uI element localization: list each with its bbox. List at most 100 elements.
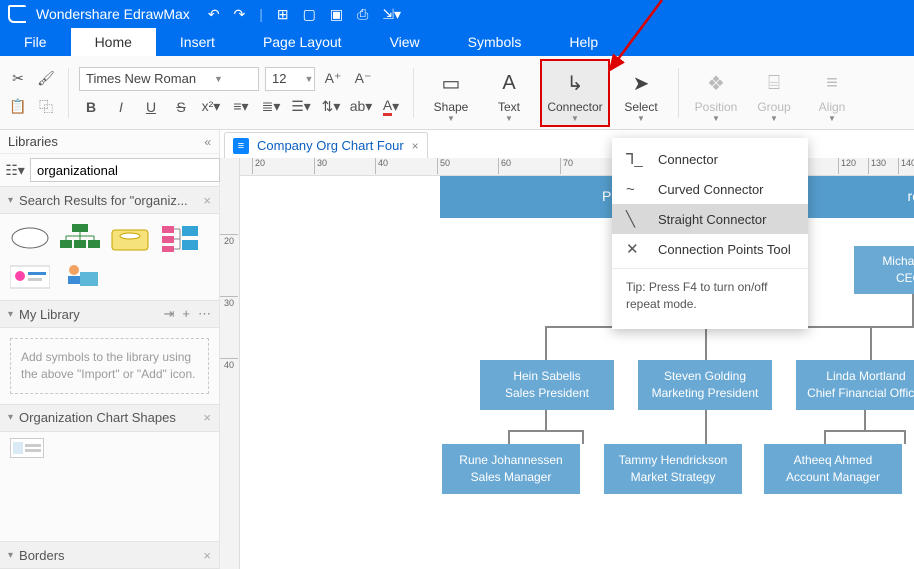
person-card-shape[interactable] [10, 262, 50, 290]
copy-icon[interactable]: ⿻ [34, 95, 58, 119]
dropdown-tip: Tip: Press F4 to turn on/off repeat mode… [612, 268, 808, 323]
scanner-shape[interactable] [110, 224, 150, 252]
doc-icon: ≡ [233, 138, 249, 154]
libraries-header: Libraries « [0, 130, 219, 154]
close-icon[interactable]: × [203, 548, 211, 563]
redo-icon[interactable]: ↷ [234, 6, 246, 23]
bullets-icon[interactable]: ≡▾ [229, 95, 253, 119]
menu-symbols[interactable]: Symbols [444, 28, 546, 56]
new-icon[interactable]: ⊞ [277, 6, 289, 23]
quick-access-toolbar: ↶ ↷ | ⊞ ▢ ▣ ⎙ ⇲▾ [208, 6, 401, 23]
titlebar: Wondershare EdrawMax ↶ ↷ | ⊞ ▢ ▣ ⎙ ⇲▾ [0, 0, 914, 28]
menu-connector[interactable]: ⅂_Connector [612, 144, 808, 174]
fontcolor-icon[interactable]: A▾ [379, 95, 403, 119]
strike-icon[interactable]: S [169, 95, 193, 119]
library-icon[interactable]: ☷▾ [6, 161, 24, 179]
desk-person-shape[interactable] [60, 262, 100, 290]
connector-icon: ↳ [563, 72, 587, 96]
sales-president-box[interactable]: Hein SabelisSales President [480, 360, 614, 410]
paste-icon[interactable]: 📋 [6, 95, 30, 119]
superscript-icon[interactable]: x²▾ [199, 95, 223, 119]
sales-manager-box[interactable]: Rune JohannessenSales Manager [442, 444, 580, 494]
panel-search-results[interactable]: ▾ Search Results for "organiz... × [0, 186, 219, 214]
library-hint: Add symbols to the library using the abo… [10, 338, 209, 394]
menu-help[interactable]: Help [545, 28, 622, 56]
doc-title: Company Org Chart Four [257, 138, 404, 153]
ellipse-shape[interactable] [10, 224, 50, 252]
app-logo-icon [8, 5, 26, 23]
format-painter-icon[interactable]: 🖌 [34, 67, 58, 91]
more-icon[interactable]: ⋯ [198, 306, 211, 322]
chevron-down-icon: ▾ [8, 550, 13, 561]
text-icon: A [497, 72, 521, 96]
save-icon[interactable]: ▣ [330, 6, 343, 23]
select-button[interactable]: ➤ Select▼ [614, 61, 668, 125]
connector-icon: ⅂_ [626, 150, 644, 168]
org-card-shape[interactable] [10, 438, 44, 458]
chevron-down-icon: ▾ [8, 412, 13, 423]
align-button[interactable]: ≡ Align▼ [805, 61, 859, 125]
cursor-icon: ➤ [629, 72, 653, 96]
menu-home[interactable]: Home [71, 28, 156, 56]
menu-connection-points[interactable]: ✕Connection Points Tool [612, 234, 808, 264]
menu-insert[interactable]: Insert [156, 28, 239, 56]
linespacing-icon[interactable]: ⇅▾ [319, 95, 343, 119]
marketing-president-box[interactable]: Steven GoldingMarketing President [638, 360, 772, 410]
menubar: File Home Insert Page Layout View Symbol… [0, 28, 914, 56]
cut-icon[interactable]: ✂ [6, 67, 30, 91]
layers-icon: ❖ [704, 72, 728, 96]
close-tab-icon[interactable]: × [412, 139, 419, 153]
sidebar: Libraries « ☷▾ 🔍 ⋮ ▾ Search Results for … [0, 130, 220, 569]
font-size: 12 [272, 71, 286, 86]
menu-file[interactable]: File [0, 28, 71, 56]
group-icon: ⌸ [762, 72, 786, 96]
group-button[interactable]: ⌸ Group▼ [747, 61, 801, 125]
numbering-icon[interactable]: ≣▾ [259, 95, 283, 119]
highlight-icon[interactable]: ab▾ [349, 95, 373, 119]
text-button[interactable]: A Text▼ [482, 61, 536, 125]
page: Purch re Michael D CEO [240, 176, 914, 569]
connector-button[interactable]: ↳ Connector▼ [540, 59, 610, 127]
panel-org-shapes[interactable]: ▾ Organization Chart Shapes × [0, 404, 219, 432]
menu-view[interactable]: View [366, 28, 444, 56]
search-input[interactable] [30, 158, 220, 182]
align2-icon: ≡ [820, 72, 844, 96]
market-strategy-box[interactable]: Tammy HendricksonMarket Strategy [604, 444, 742, 494]
straight-icon: ╲ [626, 210, 644, 228]
ceo-box[interactable]: Michael D CEO [854, 246, 914, 294]
document-tab[interactable]: ≡ Company Org Chart Four × [224, 132, 428, 158]
align-icon[interactable]: ☰▾ [289, 95, 313, 119]
collapse-icon[interactable]: « [204, 135, 211, 149]
orgchart-shape[interactable] [60, 224, 100, 252]
close-icon[interactable]: × [203, 193, 211, 208]
undo-icon[interactable]: ↶ [208, 6, 220, 23]
decrease-font-icon[interactable]: A⁻ [351, 67, 375, 91]
menu-curved-connector[interactable]: ~Curved Connector [612, 174, 808, 204]
italic-icon[interactable]: I [109, 95, 133, 119]
menu-straight-connector[interactable]: ╲Straight Connector [612, 204, 808, 234]
add-icon[interactable]: + [182, 306, 190, 322]
panel-borders[interactable]: ▾ Borders × [0, 541, 219, 569]
import-icon[interactable]: ⇥ [164, 306, 175, 322]
points-icon: ✕ [626, 240, 644, 258]
connector-dropdown: ⅂_Connector ~Curved Connector ╲Straight … [612, 138, 808, 329]
increase-font-icon[interactable]: A⁺ [321, 67, 345, 91]
font-select[interactable]: Times New Roman▼ [79, 67, 259, 91]
structure-shape[interactable] [160, 224, 200, 252]
panel-my-library[interactable]: ▾ My Library ⇥ + ⋯ [0, 300, 219, 328]
bold-icon[interactable]: B [79, 95, 103, 119]
position-button[interactable]: ❖ Position▼ [689, 61, 743, 125]
font-size-select[interactable]: 12▼ [265, 67, 315, 91]
shape-button[interactable]: ▭ Shape▼ [424, 61, 478, 125]
export-icon[interactable]: ⇲▾ [382, 6, 401, 23]
close-icon[interactable]: × [203, 410, 211, 425]
open-icon[interactable]: ▢ [303, 6, 316, 23]
search-result-shapes [0, 214, 219, 300]
account-manager-box[interactable]: Atheeq AhmedAccount Manager [764, 444, 902, 494]
underline-icon[interactable]: U [139, 95, 163, 119]
canvas[interactable]: ≡ Company Org Chart Four × 20 30 40 50 6… [220, 130, 914, 569]
cfo-box[interactable]: Linda MortlandChief Financial Officer [796, 360, 914, 410]
print-icon[interactable]: ⎙ [357, 6, 368, 23]
menu-page-layout[interactable]: Page Layout [239, 28, 366, 56]
curved-icon: ~ [626, 181, 644, 198]
